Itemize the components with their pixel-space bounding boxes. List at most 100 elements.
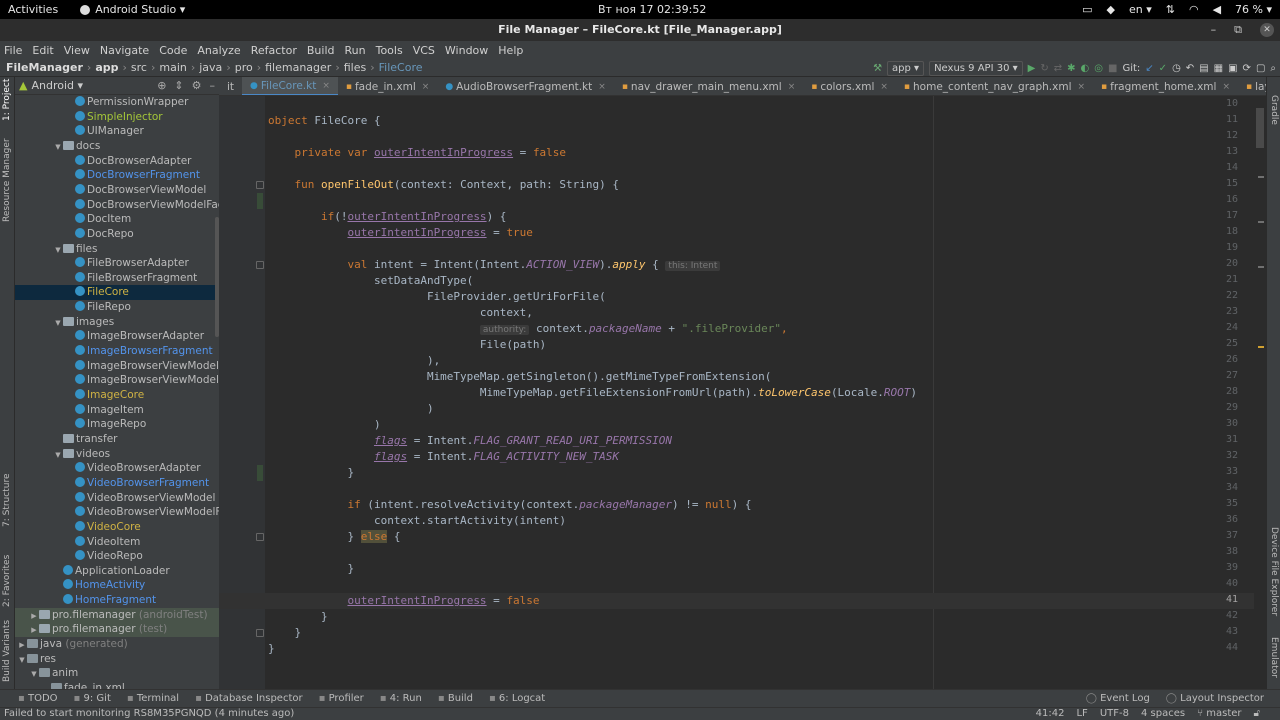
- scroll-thumb[interactable]: [1256, 108, 1264, 148]
- vcs-change-marker[interactable]: [257, 465, 263, 481]
- menu-window[interactable]: Window: [445, 44, 488, 57]
- code-line[interactable]: setDataAndType(: [268, 273, 473, 289]
- close-tab-icon[interactable]: ×: [422, 78, 430, 96]
- tree-item[interactable]: fade_in.xml: [15, 681, 219, 689]
- language-selector[interactable]: en ▾: [1129, 3, 1152, 16]
- expand-arrow-icon[interactable]: ▼: [53, 140, 63, 155]
- tree-item[interactable]: ▶ java (generated): [15, 637, 219, 652]
- status-message[interactable]: Failed to start monitoring RS8M35PGNQD (…: [4, 708, 294, 719]
- line-number[interactable]: 28: [1226, 386, 1238, 397]
- line-number[interactable]: 26: [1226, 354, 1238, 365]
- code-line[interactable]: MimeTypeMap.getSingleton().getMimeTypeFr…: [268, 369, 771, 385]
- volume-icon[interactable]: ◀: [1213, 3, 1221, 16]
- tree-item[interactable]: ▼ images: [15, 315, 219, 330]
- fold-icon[interactable]: [256, 261, 264, 269]
- tree-item[interactable]: SimpleInjector: [15, 110, 219, 125]
- line-number[interactable]: 36: [1226, 514, 1238, 525]
- tool-window-right[interactable]: ◯ Layout Inspector: [1166, 693, 1264, 704]
- menu-run[interactable]: Run: [345, 44, 366, 57]
- tree-item[interactable]: DocBrowserViewModelFacto: [15, 198, 219, 213]
- menu-refactor[interactable]: Refactor: [251, 44, 297, 57]
- tree-item[interactable]: ImageBrowserAdapter: [15, 329, 219, 344]
- expand-arrow-icon[interactable]: ▶: [17, 638, 27, 653]
- gradle-tab[interactable]: Gradle: [1269, 95, 1279, 125]
- hide-icon[interactable]: –: [210, 79, 216, 92]
- editor-tab[interactable]: ▪ nav_drawer_main_menu.xml ×: [614, 77, 803, 96]
- breadcrumb-item[interactable]: filemanager: [265, 61, 331, 74]
- line-number[interactable]: 14: [1226, 162, 1238, 173]
- git-commit-icon[interactable]: ✓: [1159, 63, 1167, 74]
- vcs-change-marker[interactable]: [257, 193, 263, 209]
- tree-item[interactable]: ImageCore: [15, 388, 219, 403]
- tree-item[interactable]: ImageBrowserViewModelFa: [15, 373, 219, 388]
- file-encoding[interactable]: UTF-8: [1100, 708, 1129, 720]
- project-view-selector[interactable]: Android ▾: [31, 79, 83, 92]
- line-number[interactable]: 40: [1226, 578, 1238, 589]
- tree-item[interactable]: ImageBrowserFragment: [15, 344, 219, 359]
- apply-code-icon[interactable]: ⇄: [1054, 63, 1062, 74]
- close-tab-icon[interactable]: ×: [788, 78, 796, 96]
- code-editor[interactable]: 10 11 12 13 14 15 16 17 18 19 20 21 22 23 24 25 26 27 28 29…: [219, 96, 1266, 689]
- breadcrumb-item[interactable]: FileCore: [379, 61, 423, 74]
- tool-window--git[interactable]: ▪ 9: Git: [74, 693, 111, 704]
- line-number[interactable]: 35: [1226, 498, 1238, 509]
- tree-item[interactable]: VideoRepo: [15, 549, 219, 564]
- line-number[interactable]: 44: [1226, 642, 1238, 653]
- tree-item[interactable]: ▼ res: [15, 652, 219, 667]
- tree-item[interactable]: VideoItem: [15, 535, 219, 550]
- editor-tab[interactable]: ● AudioBrowserFragment.kt ×: [437, 77, 614, 95]
- tree-item[interactable]: ▼ anim: [15, 666, 219, 681]
- project-tool-tab[interactable]: 1: Project: [2, 79, 12, 121]
- tree-item[interactable]: ImageItem: [15, 403, 219, 418]
- code-line[interactable]: flags = Intent.FLAG_GRANT_READ_URI_PERMI…: [268, 433, 672, 449]
- line-number[interactable]: 37: [1226, 530, 1238, 541]
- code-line[interactable]: if(!outerIntentInProgress) {: [268, 209, 506, 225]
- tree-item[interactable]: UIManager: [15, 124, 219, 139]
- line-number[interactable]: 27: [1226, 370, 1238, 381]
- structure-tab[interactable]: 7: Structure: [2, 474, 12, 528]
- tree-item[interactable]: VideoBrowserViewModelFac: [15, 505, 219, 520]
- line-number[interactable]: 30: [1226, 418, 1238, 429]
- network-icon[interactable]: ⇅: [1166, 3, 1175, 16]
- shield-icon[interactable]: ◆: [1107, 3, 1115, 16]
- tree-item[interactable]: HomeFragment: [15, 593, 219, 608]
- menu-help[interactable]: Help: [498, 44, 523, 57]
- profile-icon[interactable]: ◐: [1081, 63, 1090, 74]
- close-tab-icon[interactable]: ×: [880, 78, 888, 96]
- code-line[interactable]: private var outerIntentInProgress = fals…: [268, 145, 567, 161]
- close-tab-icon[interactable]: ×: [1222, 78, 1230, 96]
- app-menu[interactable]: Android Studio ▾: [80, 3, 185, 16]
- line-number[interactable]: 33: [1226, 466, 1238, 477]
- code-line[interactable]: outerIntentInProgress = true: [268, 225, 532, 241]
- line-separator[interactable]: LF: [1076, 708, 1087, 720]
- tree-item[interactable]: FileBrowserAdapter: [15, 256, 219, 271]
- editor-tab[interactable]: ▪ fragment_home.xml ×: [1093, 77, 1238, 96]
- tree-item[interactable]: FileBrowserFragment: [15, 271, 219, 286]
- code-line[interactable]: }: [268, 641, 275, 657]
- wifi-icon[interactable]: ◠: [1189, 3, 1199, 16]
- build-variants-tab[interactable]: Build Variants: [2, 620, 12, 682]
- line-number[interactable]: 22: [1226, 290, 1238, 301]
- expand-arrow-icon[interactable]: ▼: [29, 667, 39, 682]
- code-line[interactable]: object FileCore {: [268, 113, 381, 129]
- locate-icon[interactable]: ⊕: [157, 79, 166, 92]
- code-line[interactable]: MimeTypeMap.getFileExtensionFromUrl(path…: [268, 385, 917, 401]
- editor-tab[interactable]: ▪ colors.xml ×: [803, 77, 896, 96]
- line-number[interactable]: 38: [1226, 546, 1238, 557]
- code-line[interactable]: authority: context.packageName + ".fileP…: [268, 321, 788, 337]
- code-line[interactable]: FileProvider.getUriForFile(: [268, 289, 606, 305]
- menu-edit[interactable]: Edit: [32, 44, 53, 57]
- line-number[interactable]: 18: [1226, 226, 1238, 237]
- code-line[interactable]: fun openFileOut(context: Context, path: …: [268, 177, 620, 193]
- git-update-icon[interactable]: ↙: [1145, 63, 1153, 74]
- collapse-icon[interactable]: ⇕: [174, 79, 183, 92]
- line-number[interactable]: 32: [1226, 450, 1238, 461]
- expand-arrow-icon[interactable]: ▼: [17, 653, 27, 668]
- code-line[interactable]: outerIntentInProgress = false: [268, 593, 539, 609]
- breadcrumb-item[interactable]: FileManager: [6, 61, 83, 74]
- project-structure-icon[interactable]: ▤: [1199, 63, 1208, 74]
- line-number[interactable]: 13: [1226, 146, 1238, 157]
- line-number[interactable]: 16: [1226, 194, 1238, 205]
- line-number[interactable]: 23: [1226, 306, 1238, 317]
- indent-setting[interactable]: 4 spaces: [1141, 708, 1185, 720]
